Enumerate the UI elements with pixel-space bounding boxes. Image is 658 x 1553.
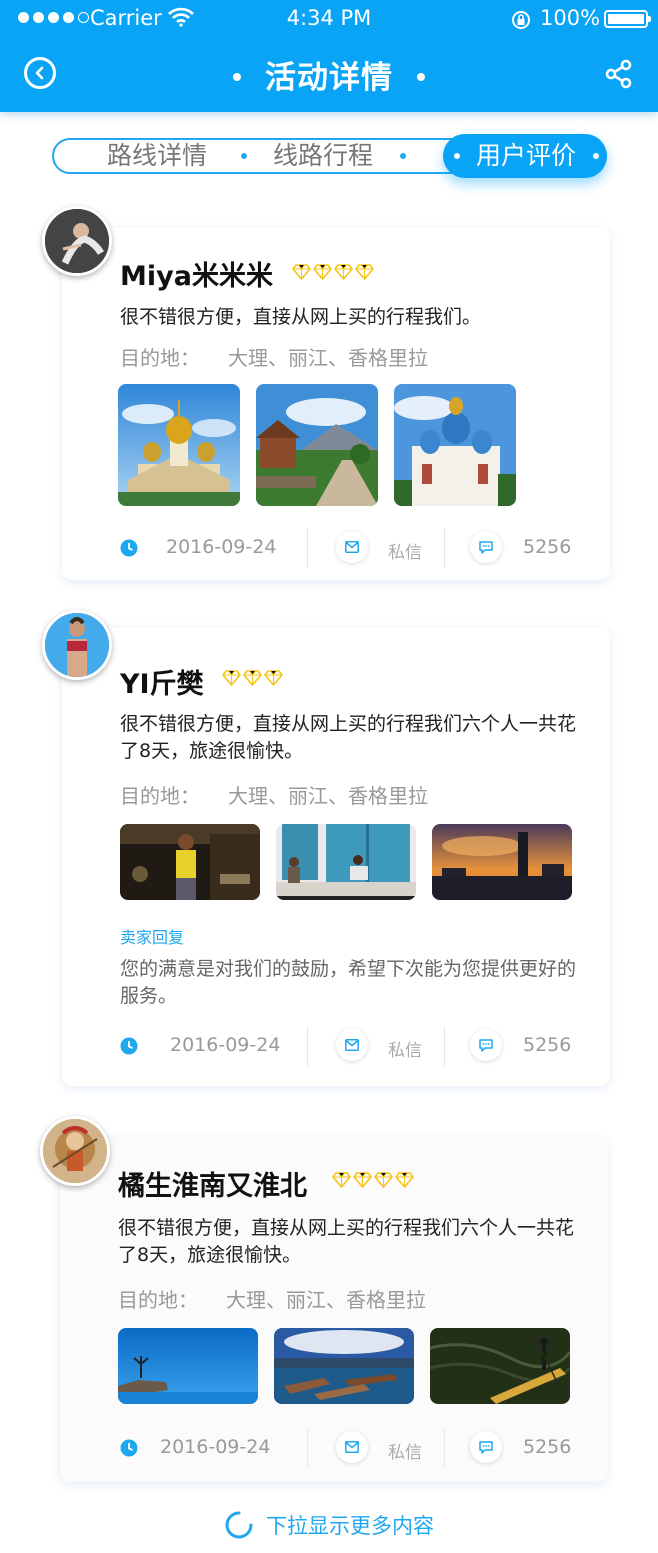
divider [307,528,308,568]
review-date: 2016-09-24 [170,1034,281,1056]
divider [444,528,445,568]
review-comment: 很不错很方便，直接从网上买的行程我们六个人一共花了8天，旅途很愉快。 [118,1217,575,1266]
message-label[interactable]: 私信 [388,538,422,563]
comment-button[interactable] [470,1029,502,1061]
tab-user-reviews[interactable]: 用户评价 [443,134,607,178]
gem-rating [222,670,283,690]
destination: 目的地： 大理、丽江、香格里拉 [120,346,428,370]
divider [307,1026,308,1066]
divider [444,1428,445,1468]
load-more-indicator[interactable]: 下拉显示更多内容 [0,1510,658,1542]
divider [444,1026,445,1066]
avatar[interactable] [42,206,112,276]
photo-village-road[interactable] [256,384,378,506]
comment-button[interactable] [470,531,502,563]
review-comment: 很不错很方便，直接从网上买的行程我们。 [120,306,482,328]
diamond-icon [334,264,353,284]
photo-market-man[interactable] [120,824,260,900]
photo-blue-doors[interactable] [276,824,416,900]
seller-reply-label: 卖家回复 [120,928,185,947]
photo-sunset-skyline[interactable] [432,824,572,900]
destination: 目的地： 大理、丽江、香格里拉 [118,1288,426,1312]
tab-separator-dot [400,153,406,159]
diamond-icon [353,1172,372,1192]
photo-cliff-jump[interactable] [118,1328,258,1404]
review-comment: 很不错很方便，直接从网上买的行程我们六个人一共花了8天，旅途很愉快。 [120,713,577,762]
comment-count: 5256 [523,536,572,558]
mail-icon [345,1441,359,1453]
tab-route-details[interactable]: 路线详情 [107,140,207,172]
review-card: Miya米米米 很不错很方便，直接从网上买的行程我们。 目的地： 大理、丽江、香格… [62,228,610,580]
message-button[interactable] [336,1029,368,1061]
message-button[interactable] [336,1431,368,1463]
comment-icon [479,1441,493,1454]
nav-bar: 活动详情 [0,38,658,112]
status-bar: Carrier 4:34 PM 100% [0,0,658,38]
comment-icon [479,541,493,554]
review-date: 2016-09-24 [160,1436,271,1458]
review-card: 橘生淮南又淮北 很不错很方便，直接从网上买的行程我们六个人一共花了8天，旅途很愉… [60,1138,608,1482]
loading-spinner-icon [225,1511,253,1539]
seller-reply-text: 您的满意是对我们的鼓励，希望下次能为您提供更好的服务。 [120,958,577,1007]
destination: 目的地： 大理、丽江、香格里拉 [120,784,428,808]
mail-icon [345,541,359,553]
tab-itinerary[interactable]: 线路行程 [273,140,373,172]
diamond-icon [332,1172,351,1192]
comment-button[interactable] [470,1431,502,1463]
avatar[interactable] [42,610,112,680]
diamond-icon [243,670,262,690]
review-card: YI斤樊 很不错很方便，直接从网上买的行程我们六个人一共花了8天，旅途很愉快。 … [62,628,610,1086]
review-footer: 2016-09-24 私信 5256 [62,528,610,568]
share-button[interactable] [604,59,634,93]
diamond-icon [292,264,311,284]
gem-rating [332,1172,414,1192]
diamond-icon [222,670,241,690]
review-footer: 2016-09-24 私信 5256 [60,1428,608,1468]
clock-icon [120,539,138,557]
share-icon [605,59,632,89]
rotation-lock-icon [510,9,532,36]
reviewer-name: YI斤樊 [120,669,204,700]
diamond-icon [264,670,283,690]
diamond-icon [395,1172,414,1192]
avatar[interactable] [40,1116,110,1186]
photo-boats-lake[interactable] [274,1328,414,1404]
battery-percent: 100% [540,6,601,30]
diamond-icon [374,1172,393,1192]
comment-icon [479,1039,493,1052]
diamond-icon [355,264,374,284]
photo-blue-domes[interactable] [394,384,516,506]
mail-icon [345,1039,359,1051]
photo-bamboo-raft[interactable] [430,1328,570,1404]
reviewer-name: Miya米米米 [120,261,273,292]
clock-icon [120,1439,138,1457]
message-label[interactable]: 私信 [388,1438,422,1463]
divider [307,1428,308,1468]
app-header: Carrier 4:34 PM 100% 活动详情 [0,0,658,112]
photo-golden-domes[interactable] [118,384,240,506]
reviewer-name: 橘生淮南又淮北 [118,1171,307,1202]
review-footer: 2016-09-24 私信 5256 [62,1026,610,1066]
tab-separator-dot [241,153,247,159]
diamond-icon [313,264,332,284]
message-button[interactable] [336,531,368,563]
message-label[interactable]: 私信 [388,1036,422,1061]
battery-icon [604,10,651,28]
comment-count: 5256 [523,1436,572,1458]
review-date: 2016-09-24 [166,536,277,558]
comment-count: 5256 [523,1034,572,1056]
load-more-text: 下拉显示更多内容 [266,1514,434,1538]
clock-icon [120,1037,138,1055]
gem-rating [292,264,374,284]
page-title: 活动详情 [0,52,658,97]
